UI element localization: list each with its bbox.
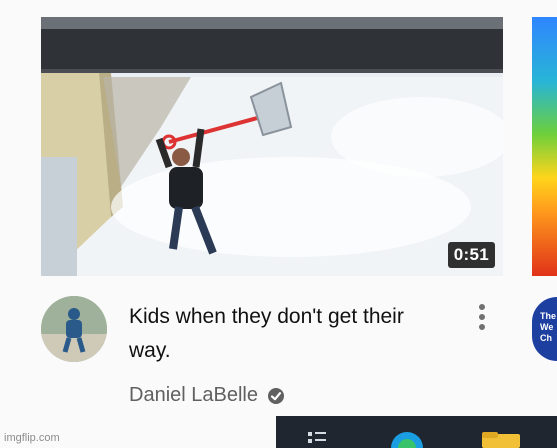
video-thumbnail[interactable]: 0:51 — [41, 17, 503, 276]
next-channel-avatar[interactable]: The We Ch — [532, 297, 557, 361]
video-card[interactable]: 0:51 Kids when they don't get their way.… — [0, 0, 557, 448]
file-explorer-icon[interactable] — [480, 430, 522, 448]
task-view-icon[interactable] — [306, 430, 328, 448]
verified-check-icon — [267, 387, 284, 404]
thumbnail-image — [41, 17, 503, 276]
channel-name[interactable]: Daniel LaBelle — [129, 384, 258, 407]
more-vertical-icon[interactable] — [474, 304, 490, 336]
video-title[interactable]: Kids when they don't get their way. — [129, 300, 429, 368]
windows-taskbar — [276, 416, 557, 448]
imgflip-watermark: imgflip.com — [4, 432, 60, 444]
channel-avatar[interactable] — [41, 296, 107, 362]
duration-badge: 0:51 — [447, 242, 495, 268]
next-video-thumbnail[interactable] — [532, 17, 557, 276]
channel-row: Daniel LaBelle — [129, 384, 286, 407]
edge-browser-icon[interactable] — [389, 430, 425, 448]
avatar-image — [41, 296, 107, 362]
